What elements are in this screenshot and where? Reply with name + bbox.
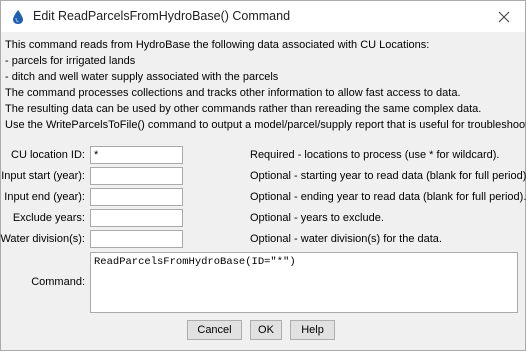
- info-line: The command processes collections and tr…: [5, 87, 461, 99]
- exclude-years-input[interactable]: [90, 209, 183, 227]
- cu-location-id-label: CU location ID:: [11, 149, 85, 161]
- command-text-area[interactable]: ReadParcelsFromHydroBase(ID="*"): [90, 252, 518, 313]
- exclude-years-hint: Optional - years to exclude.: [250, 212, 384, 224]
- water-division-input[interactable]: [90, 230, 183, 248]
- info-line: Use the WriteParcelsToFile() command to …: [5, 119, 526, 131]
- ok-button[interactable]: OK: [250, 320, 282, 340]
- cancel-button[interactable]: Cancel: [187, 320, 242, 340]
- exclude-years-label: Exclude years:: [12, 212, 85, 224]
- info-line: - ditch and well water supply associated…: [5, 71, 279, 83]
- input-end-label: Input end (year):: [4, 191, 85, 203]
- cu-location-id-hint: Required - locations to process (use * f…: [250, 149, 500, 161]
- help-button[interactable]: Help: [290, 320, 335, 340]
- input-start-label: Input start (year):: [1, 170, 85, 182]
- water-division-label: Water division(s):: [0, 233, 85, 245]
- close-icon: [498, 11, 510, 23]
- input-end-input[interactable]: [90, 188, 183, 206]
- info-line: The resulting data can be used by other …: [5, 103, 482, 115]
- close-button[interactable]: [487, 4, 521, 30]
- input-end-hint: Optional - ending year to read data (bla…: [250, 191, 526, 203]
- input-start-input[interactable]: [90, 167, 183, 185]
- command-label: Command:: [31, 276, 85, 288]
- water-division-hint: Optional - water division(s) for the dat…: [250, 233, 442, 245]
- title-bar[interactable]: Edit ReadParcelsFromHydroBase() Command: [1, 1, 525, 32]
- input-start-hint: Optional - starting year to read data (b…: [250, 170, 526, 182]
- info-line: - parcels for irrigated lands: [5, 55, 136, 67]
- cu-location-id-input[interactable]: [90, 146, 183, 164]
- window-title: Edit ReadParcelsFromHydroBase() Command: [33, 9, 291, 23]
- app-drop-icon: [11, 9, 25, 25]
- info-line: This command reads from HydroBase the fo…: [5, 39, 430, 51]
- dialog-window: Edit ReadParcelsFromHydroBase() Command …: [0, 0, 526, 351]
